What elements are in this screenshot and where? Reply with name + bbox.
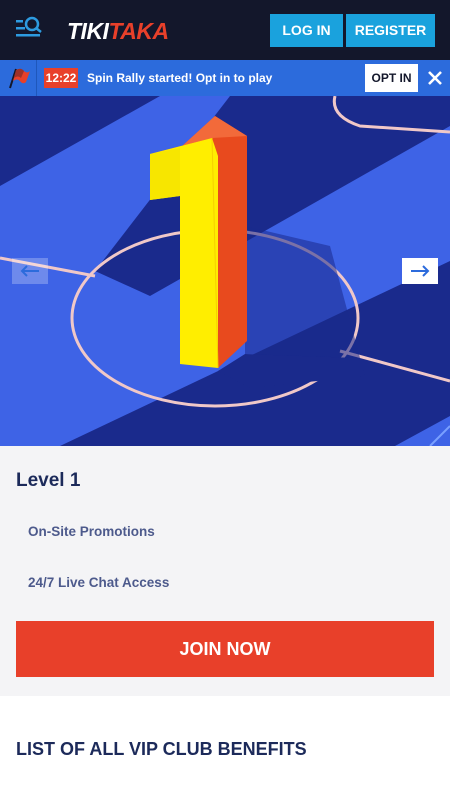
menu-search-icon[interactable]: [14, 16, 44, 42]
close-icon[interactable]: [424, 66, 446, 90]
brand-logo[interactable]: TIKITAKA: [67, 16, 169, 46]
logo-text-taka: TAKA: [108, 18, 169, 44]
vip-benefits-heading: LIST OF ALL VIP CLUB BENEFITS: [16, 739, 307, 759]
benefit-item: On-Site Promotions: [28, 524, 155, 539]
top-header: TIKITAKA LOG IN REGISTER: [0, 0, 450, 60]
pitch-illustration: [0, 96, 450, 446]
level-title: Level 1: [16, 470, 81, 491]
notification-divider: [36, 60, 37, 96]
notification-message: Spin Rally started! Opt in to play: [87, 71, 273, 85]
login-button[interactable]: LOG IN: [270, 14, 343, 47]
benefit-item: 24/7 Live Chat Access: [28, 575, 170, 590]
opt-in-button[interactable]: OPT IN: [365, 64, 418, 92]
hero-banner: [0, 96, 450, 446]
flag-icon: [6, 66, 32, 90]
logo-text-tiki: TIKI: [67, 18, 109, 44]
register-button[interactable]: REGISTER: [346, 14, 435, 47]
join-now-button[interactable]: JOIN NOW: [16, 621, 434, 677]
arrow-right-icon[interactable]: [402, 258, 438, 284]
time-badge: 12:22: [44, 68, 78, 88]
arrow-left-icon[interactable]: [12, 258, 48, 284]
